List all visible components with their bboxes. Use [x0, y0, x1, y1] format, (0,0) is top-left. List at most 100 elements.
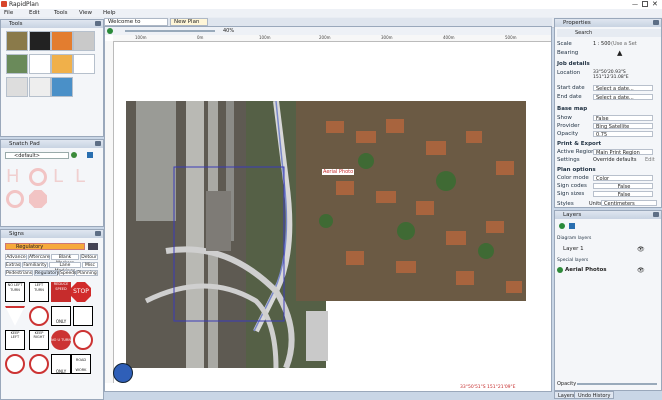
tool-cones[interactable]	[51, 31, 73, 51]
layer-up-icon[interactable]	[569, 223, 575, 229]
tab-detour[interactable]: Detour	[80, 254, 98, 260]
sign-left-turn[interactable]: LEFT TURN	[29, 282, 49, 302]
sign-keep-right[interactable]: KEEP RIGHT	[29, 330, 49, 350]
pin-icon[interactable]	[653, 20, 659, 25]
menu-view[interactable]: View	[79, 10, 92, 16]
sign-no-entry[interactable]	[29, 306, 49, 326]
search-label[interactable]: Search	[575, 30, 592, 36]
tool-pedestrian[interactable]	[51, 54, 73, 74]
layer-opacity-slider[interactable]	[577, 383, 657, 385]
sign-road-work[interactable]: ROAD WORK	[71, 354, 91, 374]
tab-pedestrians[interactable]: Pedestrians	[5, 270, 33, 276]
tab-extras[interactable]: Extras	[5, 262, 21, 268]
menu-file[interactable]: File	[4, 10, 13, 16]
sign-no-right-circle[interactable]	[29, 354, 49, 374]
sign-category-select[interactable]: Regulatory	[5, 243, 85, 250]
tab-lane-markings[interactable]: Lane Markings	[49, 262, 81, 274]
aerial-visibility-eye-icon[interactable]: 👁	[637, 267, 645, 274]
tab-planning[interactable]: Planning	[76, 270, 98, 276]
sign-only-2[interactable]: ONLY	[51, 354, 71, 374]
tab-undo-history[interactable]: Undo History	[574, 391, 615, 399]
end-date-input[interactable]: Select a date...	[593, 94, 653, 101]
close-icon[interactable]: ✕	[652, 0, 659, 8]
menu-help[interactable]: Help	[103, 10, 116, 16]
tool-road[interactable]	[6, 31, 28, 51]
snatch-sign-e[interactable]	[29, 168, 47, 186]
override-checkbox[interactable]: Override defaults	[593, 157, 636, 163]
settings-edit-link[interactable]: Edit	[645, 157, 655, 163]
tab-misc[interactable]: Misc	[82, 262, 98, 268]
sign-keep-left[interactable]: KEEP LEFT	[5, 330, 25, 350]
opacity-input[interactable]: 0.75	[593, 131, 653, 138]
zoom-slider[interactable]	[125, 30, 215, 32]
tool-line[interactable]	[73, 54, 95, 74]
pin-icon[interactable]	[95, 21, 101, 26]
maximize-icon[interactable]	[642, 1, 648, 7]
start-date-input[interactable]: Select a date...	[593, 85, 653, 92]
snatch-sign-l2[interactable]: L	[75, 168, 93, 186]
menu-tools[interactable]: Tools	[54, 10, 68, 16]
sign-no-u-turn[interactable]: NO U TURN	[51, 330, 71, 350]
color-mode-select[interactable]: Color	[593, 175, 653, 182]
tab-familiarity[interactable]: Familiarity	[22, 262, 48, 268]
tab-welcome[interactable]: Welcome to RapidPlan	[104, 18, 168, 32]
sign-reduce-speed[interactable]: REDUCE SPEED	[51, 282, 71, 302]
sign-arrow[interactable]	[73, 306, 93, 326]
units-label: Units	[589, 201, 602, 207]
sign-only[interactable]: ONLY	[51, 306, 71, 326]
globe-icon[interactable]	[113, 363, 133, 383]
active-region-select[interactable]: Main Print Region	[593, 149, 653, 156]
scale-value[interactable]: 1 : 500	[593, 41, 611, 47]
units-select[interactable]: Centimeters	[601, 200, 657, 207]
sign-search-icon[interactable]	[88, 243, 98, 250]
tool-rectangle[interactable]	[6, 77, 28, 97]
snatch-sign-stop[interactable]	[29, 190, 47, 208]
bearing-arrow-icon[interactable]: ▲	[617, 49, 622, 57]
pin-icon[interactable]	[95, 231, 101, 236]
sign-stop[interactable]: STOP	[71, 282, 91, 302]
tab-advance[interactable]: Advance	[5, 254, 27, 260]
provider-select[interactable]: Bing Satellite	[593, 123, 653, 130]
visibility-eye-icon[interactable]: 👁	[637, 246, 645, 253]
tool-barrier[interactable]	[29, 31, 51, 51]
tool-text[interactable]	[29, 77, 51, 97]
tab-new-plan[interactable]: New Plan	[170, 18, 208, 26]
tools-panel: Tools	[0, 19, 104, 137]
location-value[interactable]: 33°50'20.93"S 151°12'31.08"E	[593, 70, 629, 80]
menu-edit[interactable]: Edit	[29, 10, 40, 16]
snatch-select[interactable]: <default>	[5, 152, 69, 159]
minimize-icon[interactable]: —	[632, 1, 638, 8]
tool-truck[interactable]	[6, 54, 28, 74]
tab-speeds[interactable]: Speeds	[59, 270, 76, 276]
document-tabs: Welcome to RapidPlan New Plan	[104, 18, 552, 32]
sign-no-left-circle[interactable]	[5, 354, 25, 374]
refresh-icon[interactable]	[107, 28, 113, 34]
sign-no-left-turn[interactable]: NO LEFT TURN	[5, 282, 25, 302]
tab-blank-markers[interactable]: Blank Markers	[51, 254, 79, 266]
add-icon[interactable]	[71, 152, 77, 158]
sign-give-way[interactable]	[5, 306, 25, 326]
sign-no-turn[interactable]	[73, 330, 93, 350]
coordinates-readout: 33°50'51"S 151°21'09"E	[460, 385, 516, 390]
snatch-sign-h[interactable]: H	[6, 168, 24, 186]
sign-sizes-select[interactable]: False	[593, 191, 653, 198]
tool-image[interactable]	[51, 77, 73, 97]
next-icon[interactable]	[87, 152, 93, 158]
aerial-photo[interactable]: Aerial Photo	[126, 101, 526, 368]
snatch-sign-o[interactable]	[6, 190, 24, 208]
sign-codes-select[interactable]: False	[593, 183, 653, 190]
aerial-photo-svg	[126, 101, 526, 368]
aerial-photos-layer[interactable]: Aerial Photos	[565, 267, 607, 273]
add-layer-icon[interactable]	[559, 223, 565, 229]
pin-icon[interactable]	[95, 141, 101, 146]
snatch-sign-l[interactable]: L	[53, 168, 71, 186]
sign-sizes-label: Sign sizes	[557, 191, 585, 197]
tool-list[interactable]	[29, 54, 51, 74]
pin-icon[interactable]	[653, 212, 659, 217]
show-select[interactable]: False	[593, 115, 653, 122]
layer-1[interactable]: Layer 1	[563, 246, 584, 252]
tab-aftercare[interactable]: Aftercare	[28, 254, 50, 260]
tool-vehicle[interactable]	[73, 31, 95, 51]
styles-label[interactable]: Styles	[557, 201, 574, 207]
tab-regulatory[interactable]: Regulatory	[34, 270, 59, 276]
